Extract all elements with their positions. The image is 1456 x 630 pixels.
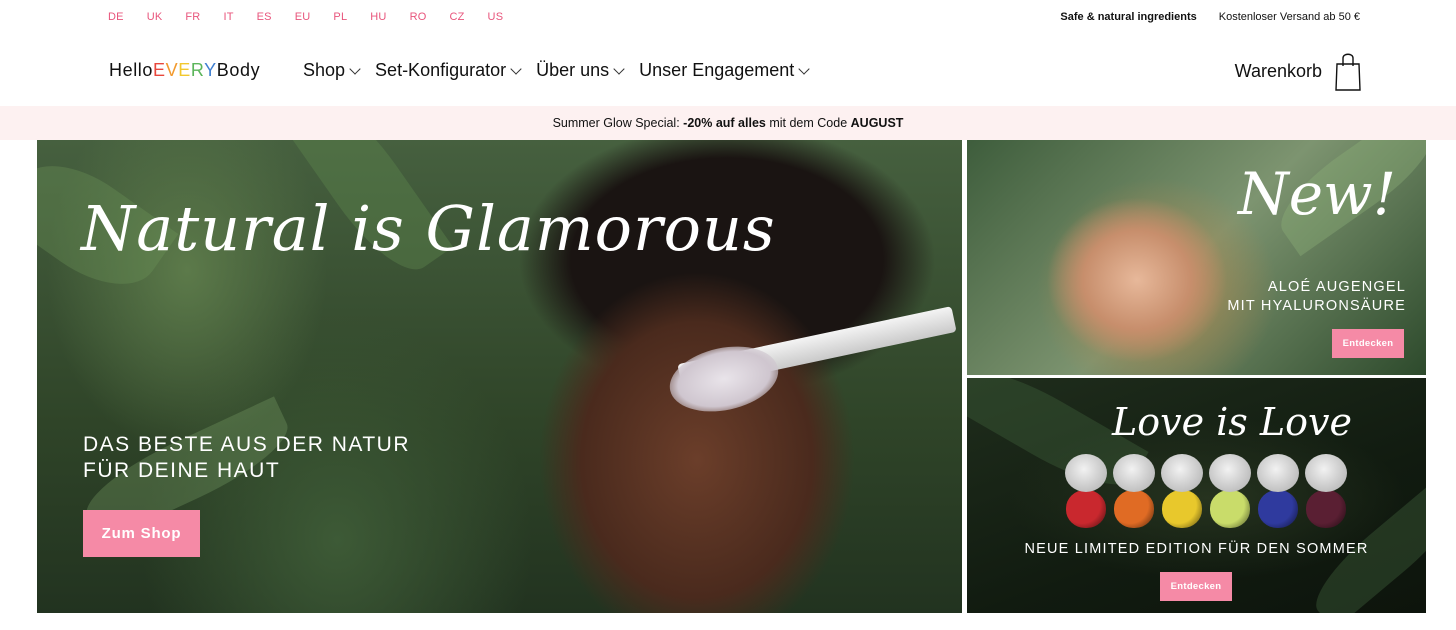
shop-button[interactable]: Zum Shop bbox=[83, 510, 200, 557]
hero-subheadline-line1: DAS BESTE AUS DER NATUR bbox=[83, 433, 411, 456]
jar-lid bbox=[1209, 454, 1251, 492]
promo-prefix: Summer Glow Special: bbox=[552, 116, 680, 130]
product-jar bbox=[1207, 454, 1251, 530]
country-link-fr[interactable]: FR bbox=[185, 11, 200, 23]
shipping-note: Kostenloser Versand ab 50 € bbox=[1218, 11, 1360, 23]
jar-body bbox=[1210, 490, 1250, 528]
logo-letter: R bbox=[190, 60, 205, 80]
nav-item-2[interactable]: Über uns bbox=[536, 60, 625, 81]
nav-item-1[interactable]: Set-Konfigurator bbox=[375, 60, 522, 81]
product-jar bbox=[1303, 454, 1347, 530]
shopping-bag-icon bbox=[1334, 50, 1362, 92]
promo-banner: Summer Glow Special: -20% auf alles mit … bbox=[0, 106, 1456, 140]
jar-body bbox=[1258, 490, 1298, 528]
product-jar bbox=[1111, 454, 1155, 530]
country-link-hu[interactable]: HU bbox=[370, 11, 386, 23]
new-product-card[interactable]: New! ALOÉ AUGENGEL MIT HYALURONSÄURE Ent… bbox=[967, 140, 1426, 375]
hero-banner[interactable]: Natural is Glamorous DAS BESTE AUS DER N… bbox=[37, 140, 962, 613]
nav-item-3[interactable]: Unser Engagement bbox=[639, 60, 810, 81]
jar-body bbox=[1066, 490, 1106, 528]
hero-subheadline: DAS BESTE AUS DER NATUR FÜR DEINE HAUT bbox=[83, 432, 410, 484]
nav-item-label: Shop bbox=[303, 60, 346, 80]
country-link-it[interactable]: IT bbox=[223, 11, 233, 23]
country-selector: DE UK FR IT ES EU PL HU RO CZ US bbox=[108, 11, 526, 23]
limited-edition-card[interactable]: Love is Love NEUE LIMITED EDITION FÜR DE… bbox=[967, 378, 1426, 613]
jar-lid bbox=[1161, 454, 1203, 492]
logo-part-body: Body bbox=[216, 60, 261, 80]
primary-nav: Shop Set-Konfigurator Über uns Unser Engage… bbox=[303, 60, 824, 81]
promo-middle: mit dem Code bbox=[769, 116, 848, 130]
logo-letter: E bbox=[178, 60, 191, 80]
hero-subheadline-line2: FÜR DEINE HAUT bbox=[83, 459, 281, 482]
product-jars bbox=[1063, 454, 1347, 530]
ingredients-note: Safe & natural ingredients bbox=[1060, 11, 1197, 23]
logo-letter: Y bbox=[204, 60, 217, 80]
logo-letter: E bbox=[153, 60, 166, 80]
chevron-down-icon bbox=[798, 62, 810, 75]
main-navbar: HelloEVERYBody Shop Set-Konfigurator Über … bbox=[0, 36, 1456, 106]
country-link-us[interactable]: US bbox=[488, 11, 504, 23]
promo-discount: -20% auf alles bbox=[683, 116, 766, 130]
country-link-es[interactable]: ES bbox=[257, 11, 272, 23]
country-link-eu[interactable]: EU bbox=[295, 11, 311, 23]
jar-lid bbox=[1257, 454, 1299, 492]
nav-item-label: Über uns bbox=[536, 60, 610, 80]
logo-letter: V bbox=[165, 60, 179, 80]
country-link-de[interactable]: DE bbox=[108, 11, 124, 23]
chevron-down-icon bbox=[510, 62, 522, 75]
top-info: Safe & natural ingredients Kostenloser V… bbox=[1060, 11, 1360, 23]
product-jar bbox=[1255, 454, 1299, 530]
chevron-down-icon bbox=[349, 62, 361, 75]
new-product-line1: ALOÉ AUGENGEL bbox=[1267, 279, 1406, 295]
country-link-uk[interactable]: UK bbox=[147, 11, 163, 23]
product-jar bbox=[1159, 454, 1203, 530]
love-headline: Love is Love bbox=[1112, 400, 1352, 444]
new-headline: New! bbox=[1237, 160, 1396, 228]
jar-body bbox=[1306, 490, 1346, 528]
discover-new-button[interactable]: Entdecken bbox=[1332, 329, 1404, 358]
top-utility-bar: DE UK FR IT ES EU PL HU RO CZ US Safe & natural in… bbox=[0, 0, 1456, 36]
product-jar bbox=[1063, 454, 1107, 530]
jar-lid bbox=[1065, 454, 1107, 492]
logo-part-every: EVERY bbox=[153, 60, 217, 80]
country-link-cz[interactable]: CZ bbox=[449, 11, 464, 23]
jar-body bbox=[1114, 490, 1154, 528]
jar-body bbox=[1162, 490, 1202, 528]
promo-code: AUGUST bbox=[850, 116, 904, 130]
hero-headline: Natural is Glamorous bbox=[81, 192, 776, 265]
new-product-line2: MIT HYALURONSÄURE bbox=[1227, 298, 1406, 314]
jar-lid bbox=[1305, 454, 1347, 492]
nav-item-label: Unser Engagement bbox=[639, 60, 795, 80]
discover-limited-button[interactable]: Entdecken bbox=[1160, 572, 1232, 601]
cart-label: Warenkorb bbox=[1234, 60, 1322, 81]
logo-part-hello: Hello bbox=[109, 60, 154, 80]
jar-lid bbox=[1113, 454, 1155, 492]
chevron-down-icon bbox=[613, 62, 625, 75]
site-logo[interactable]: HelloEVERYBody bbox=[109, 60, 260, 81]
country-link-ro[interactable]: RO bbox=[410, 11, 427, 23]
country-link-pl[interactable]: PL bbox=[333, 11, 347, 23]
new-product-description: ALOÉ AUGENGEL MIT HYALURONSÄURE bbox=[1227, 278, 1406, 316]
limited-edition-text: NEUE LIMITED EDITION FÜR DEN SOMMER bbox=[1024, 541, 1369, 557]
cart-button[interactable]: Warenkorb bbox=[1235, 50, 1362, 92]
nav-item-label: Set-Konfigurator bbox=[375, 60, 507, 80]
nav-item-0[interactable]: Shop bbox=[303, 60, 361, 81]
